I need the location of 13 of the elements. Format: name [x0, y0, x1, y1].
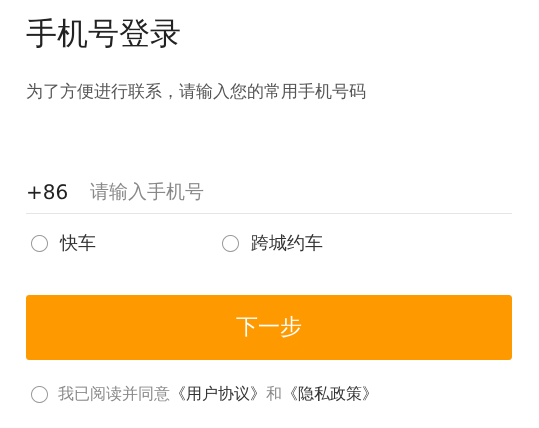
privacy-link[interactable]: 《隐私政策》 — [282, 382, 378, 406]
option-label[interactable]: 跨城约车 — [251, 230, 323, 257]
agreement-text: 我已阅读并同意 — [58, 383, 170, 405]
option-label[interactable]: 快车 — [60, 230, 96, 257]
country-code[interactable]: +86 — [26, 176, 90, 206]
terms-link[interactable]: 《用户协议》 — [170, 382, 266, 406]
radio-button[interactable] — [31, 235, 48, 252]
subtitle: 为了方便进行联系，请输入您的常用手机号码 — [26, 81, 367, 104]
page-title: 手机号登录 — [26, 15, 182, 54]
radio-button[interactable] — [31, 386, 48, 402]
phone-input[interactable]: 请输入手机号 — [90, 172, 512, 212]
radio-button[interactable] — [222, 235, 239, 252]
agreement-text: 和 — [266, 383, 282, 405]
